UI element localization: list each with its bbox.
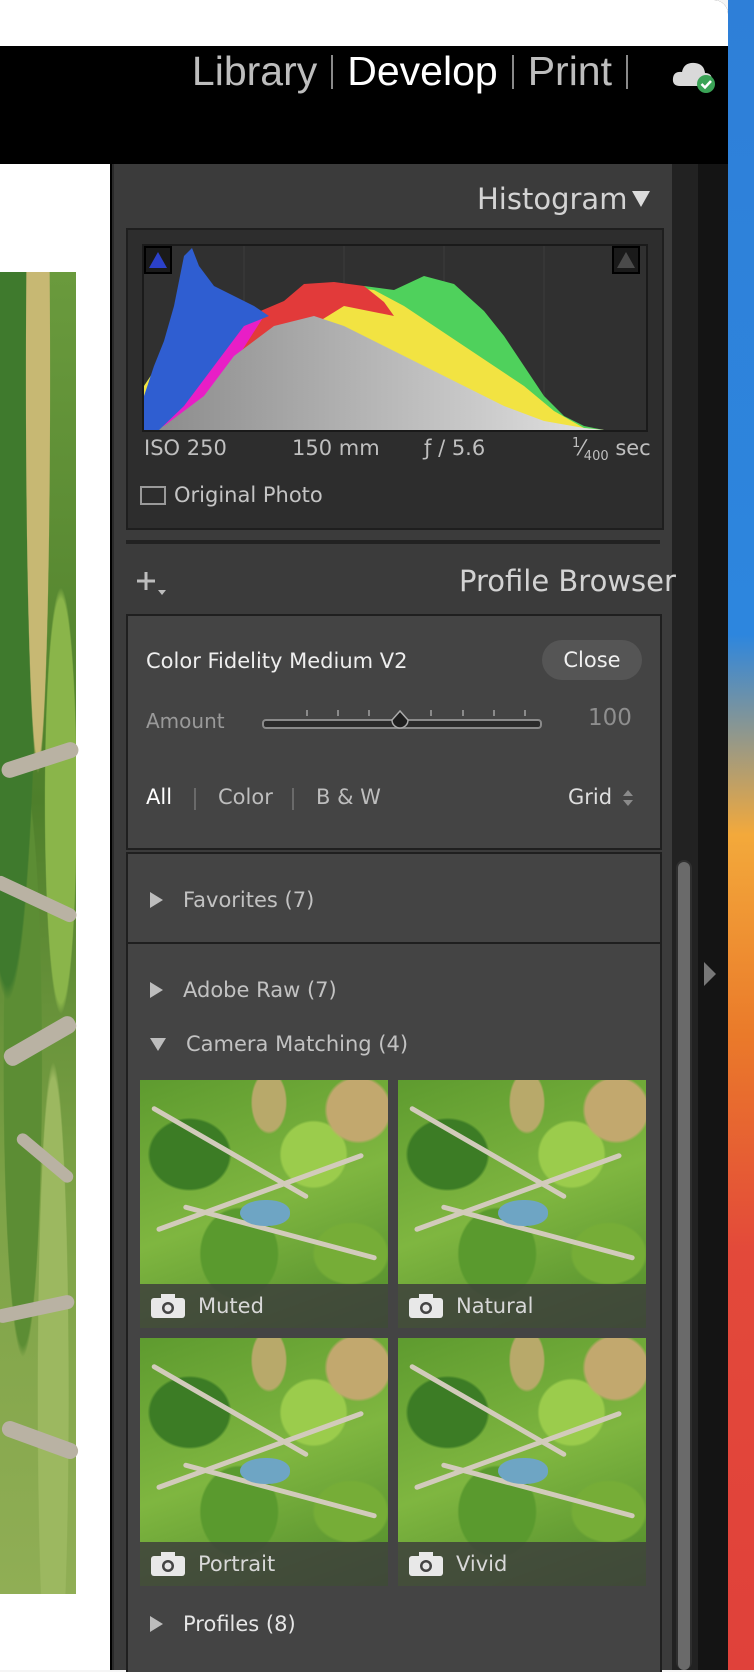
slider-tick (337, 710, 339, 716)
module-library[interactable]: Library (178, 48, 331, 95)
thumbnail-label-text: Portrait (198, 1552, 276, 1576)
histogram-title[interactable]: Histogram (477, 182, 627, 216)
shadow-clipping-indicator-icon[interactable] (144, 246, 172, 274)
camera-icon (151, 1294, 185, 1318)
thumbnail-label-text: Natural (456, 1294, 534, 1318)
group-favorites[interactable]: Favorites (7) (150, 888, 314, 912)
profile-thumbnail-portrait[interactable]: Portrait (140, 1338, 388, 1586)
original-photo-toggle[interactable]: Original Photo (140, 483, 323, 507)
group-profiles-label: Profiles (8) (183, 1612, 296, 1636)
filter-color[interactable]: Color (218, 785, 273, 809)
thumbnail-label-text: Vivid (456, 1552, 508, 1576)
desktop-background (728, 0, 754, 1670)
aperture-readout: ƒ / 5.6 (424, 436, 486, 460)
group-profiles[interactable]: Profiles (8) (150, 1612, 296, 1636)
bird (240, 1458, 290, 1484)
thumbnail-label-text: Muted (198, 1294, 264, 1318)
thumbnail-label: Portrait (140, 1542, 388, 1586)
group-camera-matching[interactable]: Camera Matching (4) (150, 1032, 408, 1056)
triangle-right-icon (150, 982, 163, 998)
close-button[interactable]: Close (542, 640, 642, 680)
filter-separator (194, 788, 196, 810)
focal-length-readout: 150 mm (292, 436, 380, 460)
original-photo-checkbox[interactable] (140, 485, 166, 505)
amount-slider-thumb[interactable] (389, 710, 411, 732)
camera-icon (409, 1294, 443, 1318)
triangle-right-icon (150, 1616, 163, 1632)
triangle-right-icon (150, 892, 163, 908)
highlight-clipping-indicator-icon[interactable] (612, 246, 640, 274)
profile-name: Color Fidelity Medium V2 (146, 649, 408, 673)
group-adobe-raw[interactable]: Adobe Raw (7) (150, 978, 337, 1002)
filter-bw[interactable]: B & W (316, 785, 381, 809)
profile-amount-box (126, 614, 662, 760)
slider-tick (306, 710, 308, 716)
bird (498, 1458, 548, 1484)
original-photo-label: Original Photo (174, 483, 323, 507)
group-favorites-label: Favorites (7) (183, 888, 315, 912)
shutter-readout: 1⁄400 sec (572, 436, 651, 465)
thumbnail-label: Vivid (398, 1542, 646, 1586)
profile-browser-title[interactable]: Profile Browser (459, 564, 676, 598)
thumbnail-label: Natural (398, 1284, 646, 1328)
slider-tick (524, 710, 526, 716)
scrollbar-thumb[interactable] (678, 862, 690, 1670)
profile-thumbnail-natural[interactable]: Natural (398, 1080, 646, 1328)
module-print[interactable]: Print (514, 48, 626, 95)
cloud-sync-icon[interactable] (670, 58, 718, 94)
updown-chevron-icon[interactable] (622, 788, 634, 808)
bird (240, 1200, 290, 1226)
histogram-plot[interactable] (142, 244, 648, 432)
group-camera-matching-label: Camera Matching (4) (186, 1032, 409, 1056)
profile-thumbnail-muted[interactable]: Muted (140, 1080, 388, 1328)
amount-value[interactable]: 100 (588, 705, 632, 731)
slider-tick (430, 710, 432, 716)
slider-tick (493, 710, 495, 716)
photo-canvas[interactable] (0, 164, 110, 1670)
title-bar (0, 0, 728, 46)
iso-readout: ISO 250 (144, 436, 227, 460)
filter-all[interactable]: All (146, 785, 172, 809)
module-develop[interactable]: Develop (333, 48, 511, 95)
bird (498, 1200, 548, 1226)
group-adobe-raw-label: Adobe Raw (7) (183, 978, 337, 1002)
filter-separator (292, 788, 294, 810)
triangle-down-icon[interactable] (630, 189, 652, 209)
module-picker: Library Develop Print (178, 48, 694, 95)
photo-preview (0, 272, 81, 1594)
slider-tick (368, 710, 370, 716)
panel-divider (126, 540, 660, 544)
slider-tick (462, 710, 464, 716)
right-edge-strip (698, 164, 728, 1670)
camera-icon (409, 1552, 443, 1576)
triangle-down-icon (150, 1037, 166, 1051)
view-mode-select[interactable]: Grid (568, 785, 612, 809)
panel-expand-arrow-icon[interactable] (704, 962, 716, 986)
camera-icon (151, 1552, 185, 1576)
amount-label: Amount (146, 709, 225, 733)
profile-thumbnail-vivid[interactable]: Vivid (398, 1338, 646, 1586)
thumbnail-label: Muted (140, 1284, 388, 1328)
plus-icon[interactable] (136, 568, 170, 598)
module-separator (626, 54, 628, 89)
